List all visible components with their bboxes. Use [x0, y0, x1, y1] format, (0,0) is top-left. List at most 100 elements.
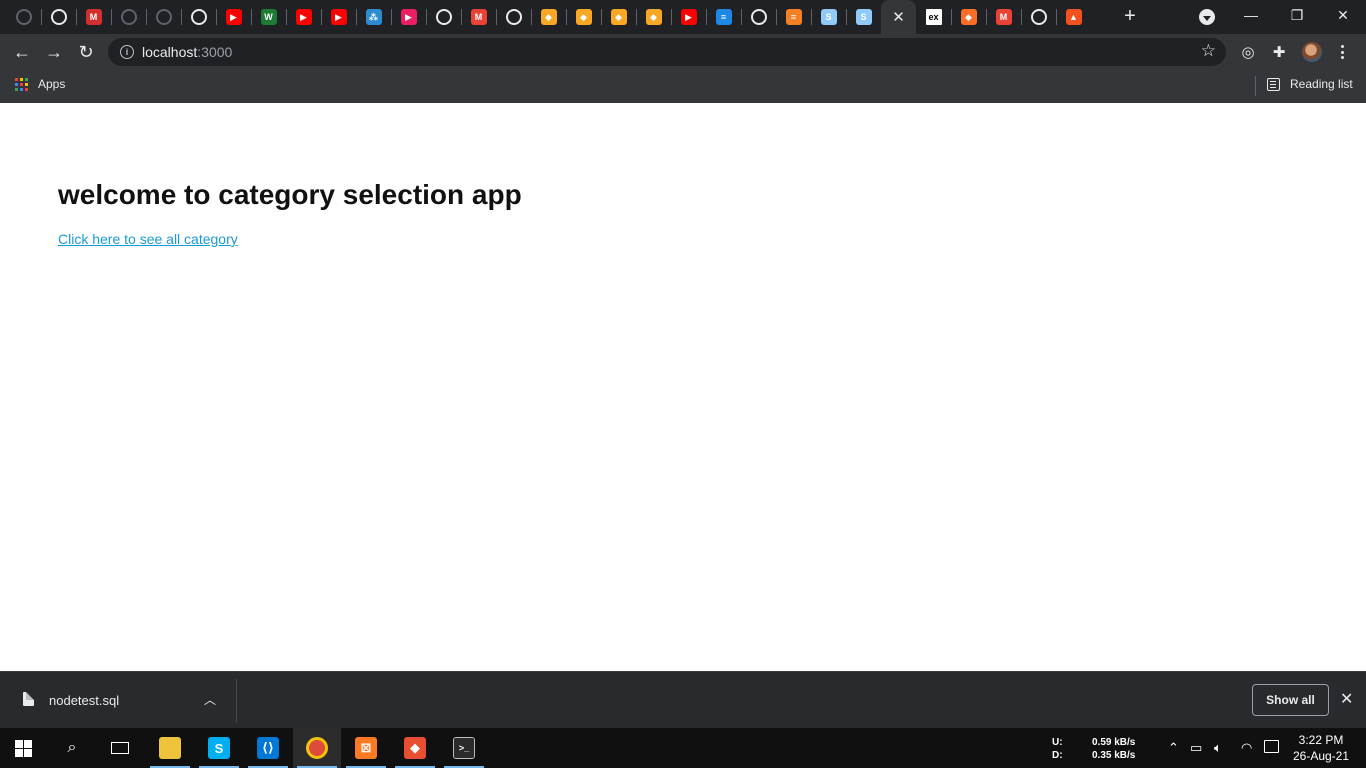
browser-tab[interactable]: ◆: [636, 0, 671, 34]
browser-tab[interactable]: M: [76, 0, 111, 34]
back-button[interactable]: ←: [7, 37, 37, 67]
shield-logo-icon: ◆: [575, 9, 592, 25]
browser-tab[interactable]: S: [811, 0, 846, 34]
tab-search-button[interactable]: [1199, 9, 1215, 25]
taskbar-app-button[interactable]: ⊠: [342, 728, 390, 768]
github-icon: [15, 9, 32, 25]
browser-tab[interactable]: ◆: [601, 0, 636, 34]
shield-logo-icon: ◆: [540, 9, 557, 25]
task-view-icon[interactable]: [96, 728, 144, 768]
browser-tab[interactable]: ex: [916, 0, 951, 34]
browser-tab[interactable]: M: [461, 0, 496, 34]
browser-tab[interactable]: S: [846, 0, 881, 34]
chrome-icon: [306, 737, 328, 759]
all-categories-link[interactable]: Click here to see all category: [58, 231, 238, 247]
network-speed-values: 0.59 kB/s 0.35 kB/s: [1092, 736, 1135, 762]
reload-button[interactable]: ↻: [71, 37, 101, 67]
reading-list-icon[interactable]: [1267, 78, 1280, 91]
browser-tab[interactable]: [146, 0, 181, 34]
browser-tab[interactable]: ▶: [216, 0, 251, 34]
browser-tab[interactable]: W: [251, 0, 286, 34]
url-text[interactable]: localhost:3000: [142, 44, 232, 60]
bookmark-star-icon[interactable]: ☆: [1201, 41, 1216, 61]
system-clock[interactable]: 3:22 PM 26-Aug-21: [1290, 732, 1352, 764]
w-logo-icon: W: [260, 9, 277, 25]
browser-tab[interactable]: [1021, 0, 1056, 34]
close-window-button[interactable]: ✕: [1320, 0, 1366, 30]
apps-grid-icon[interactable]: [15, 78, 28, 91]
extensions-puzzle-icon[interactable]: ✚: [1268, 41, 1290, 63]
browser-tab[interactable]: ▶: [286, 0, 321, 34]
volume-icon[interactable]: 🔈︎: [1214, 740, 1222, 756]
browser-tab[interactable]: [496, 0, 531, 34]
browser-tab[interactable]: ▶: [391, 0, 426, 34]
download-file-name[interactable]: nodetest.sql: [49, 693, 119, 708]
browser-tab[interactable]: ⁂: [356, 0, 391, 34]
download-bar: nodetest.sql ︿ Show all ✕: [0, 671, 1366, 728]
new-tab-button[interactable]: +: [1119, 5, 1141, 27]
address-bar[interactable]: i localhost:3000 ☆: [108, 38, 1226, 66]
taskbar-app-button[interactable]: S: [195, 728, 243, 768]
browser-tab[interactable]: ◆: [531, 0, 566, 34]
search-icon[interactable]: ⌕: [48, 728, 96, 768]
show-all-button[interactable]: Show all: [1252, 684, 1329, 716]
notification-icon[interactable]: [1264, 740, 1279, 753]
gitlab-icon: ◆: [960, 9, 977, 25]
youtube-icon: ▶: [680, 9, 697, 25]
battery-icon[interactable]: ▭: [1190, 740, 1202, 756]
taskbar-app-button[interactable]: [293, 728, 341, 768]
minimize-button[interactable]: —: [1228, 0, 1274, 30]
browser-menu-icon[interactable]: [1338, 42, 1346, 62]
windows-start-icon[interactable]: [15, 740, 32, 757]
file-icon: [23, 692, 34, 706]
browser-tab[interactable]: [741, 0, 776, 34]
globe-icon: [750, 9, 767, 25]
browser-tab[interactable]: ▶: [671, 0, 706, 34]
chevron-up-tray-icon[interactable]: ⌃: [1168, 740, 1179, 756]
browser-tab[interactable]: ≡: [706, 0, 741, 34]
active-tab[interactable]: ✕: [881, 0, 916, 34]
youtube-icon: ▶: [295, 9, 312, 25]
wifi-icon[interactable]: ◠: [1241, 740, 1252, 756]
gmail-icon: M: [470, 9, 487, 25]
chevron-up-icon[interactable]: ︿: [204, 691, 216, 708]
browser-tab[interactable]: [41, 0, 76, 34]
forward-button[interactable]: →: [39, 37, 69, 67]
restore-button[interactable]: ❐: [1274, 0, 1320, 30]
taskbar-app-button[interactable]: [146, 728, 194, 768]
browser-tab[interactable]: [181, 0, 216, 34]
media-icon: ▶: [400, 9, 417, 25]
clock-time: 3:22 PM: [1298, 733, 1344, 747]
reading-list-button[interactable]: Reading list: [1290, 77, 1353, 91]
browser-tab[interactable]: [111, 0, 146, 34]
gmail-icon: M: [995, 9, 1012, 25]
browser-tab[interactable]: ▶: [321, 0, 356, 34]
taskbar-app-button[interactable]: ◆: [391, 728, 439, 768]
browser-tab[interactable]: ▲: [1056, 0, 1091, 34]
apps-bookmark[interactable]: Apps: [38, 77, 65, 91]
sqlite-icon: S: [855, 9, 872, 25]
clock-date: 26-Aug-21: [1292, 749, 1350, 763]
sqlite-icon: S: [820, 9, 837, 25]
profile-avatar[interactable]: [1302, 42, 1322, 62]
extension-target-icon[interactable]: ◎: [1237, 41, 1259, 63]
database-icon: ≡: [715, 9, 732, 25]
taskbar-app-button[interactable]: >_: [440, 728, 488, 768]
taskbar-app-button[interactable]: ⟨⟩: [244, 728, 292, 768]
site-info-icon[interactable]: i: [120, 45, 134, 59]
git-icon: ◆: [404, 737, 426, 759]
file-explorer-icon: [159, 737, 181, 759]
network-speed-labels: U: D:: [1052, 736, 1063, 762]
express-icon: ex: [925, 9, 942, 25]
github-icon: [120, 9, 137, 25]
browser-tab[interactable]: ≡: [776, 0, 811, 34]
m-logo-icon: M: [85, 9, 102, 25]
browser-tab[interactable]: ◆: [951, 0, 986, 34]
globe-icon: [435, 9, 452, 25]
close-download-bar-icon[interactable]: ✕: [1340, 689, 1353, 709]
download-speed: 0.35 kB/s: [1092, 750, 1136, 761]
browser-tab[interactable]: [426, 0, 461, 34]
browser-tab[interactable]: [6, 0, 41, 34]
browser-tab[interactable]: M: [986, 0, 1021, 34]
browser-tab[interactable]: ◆: [566, 0, 601, 34]
